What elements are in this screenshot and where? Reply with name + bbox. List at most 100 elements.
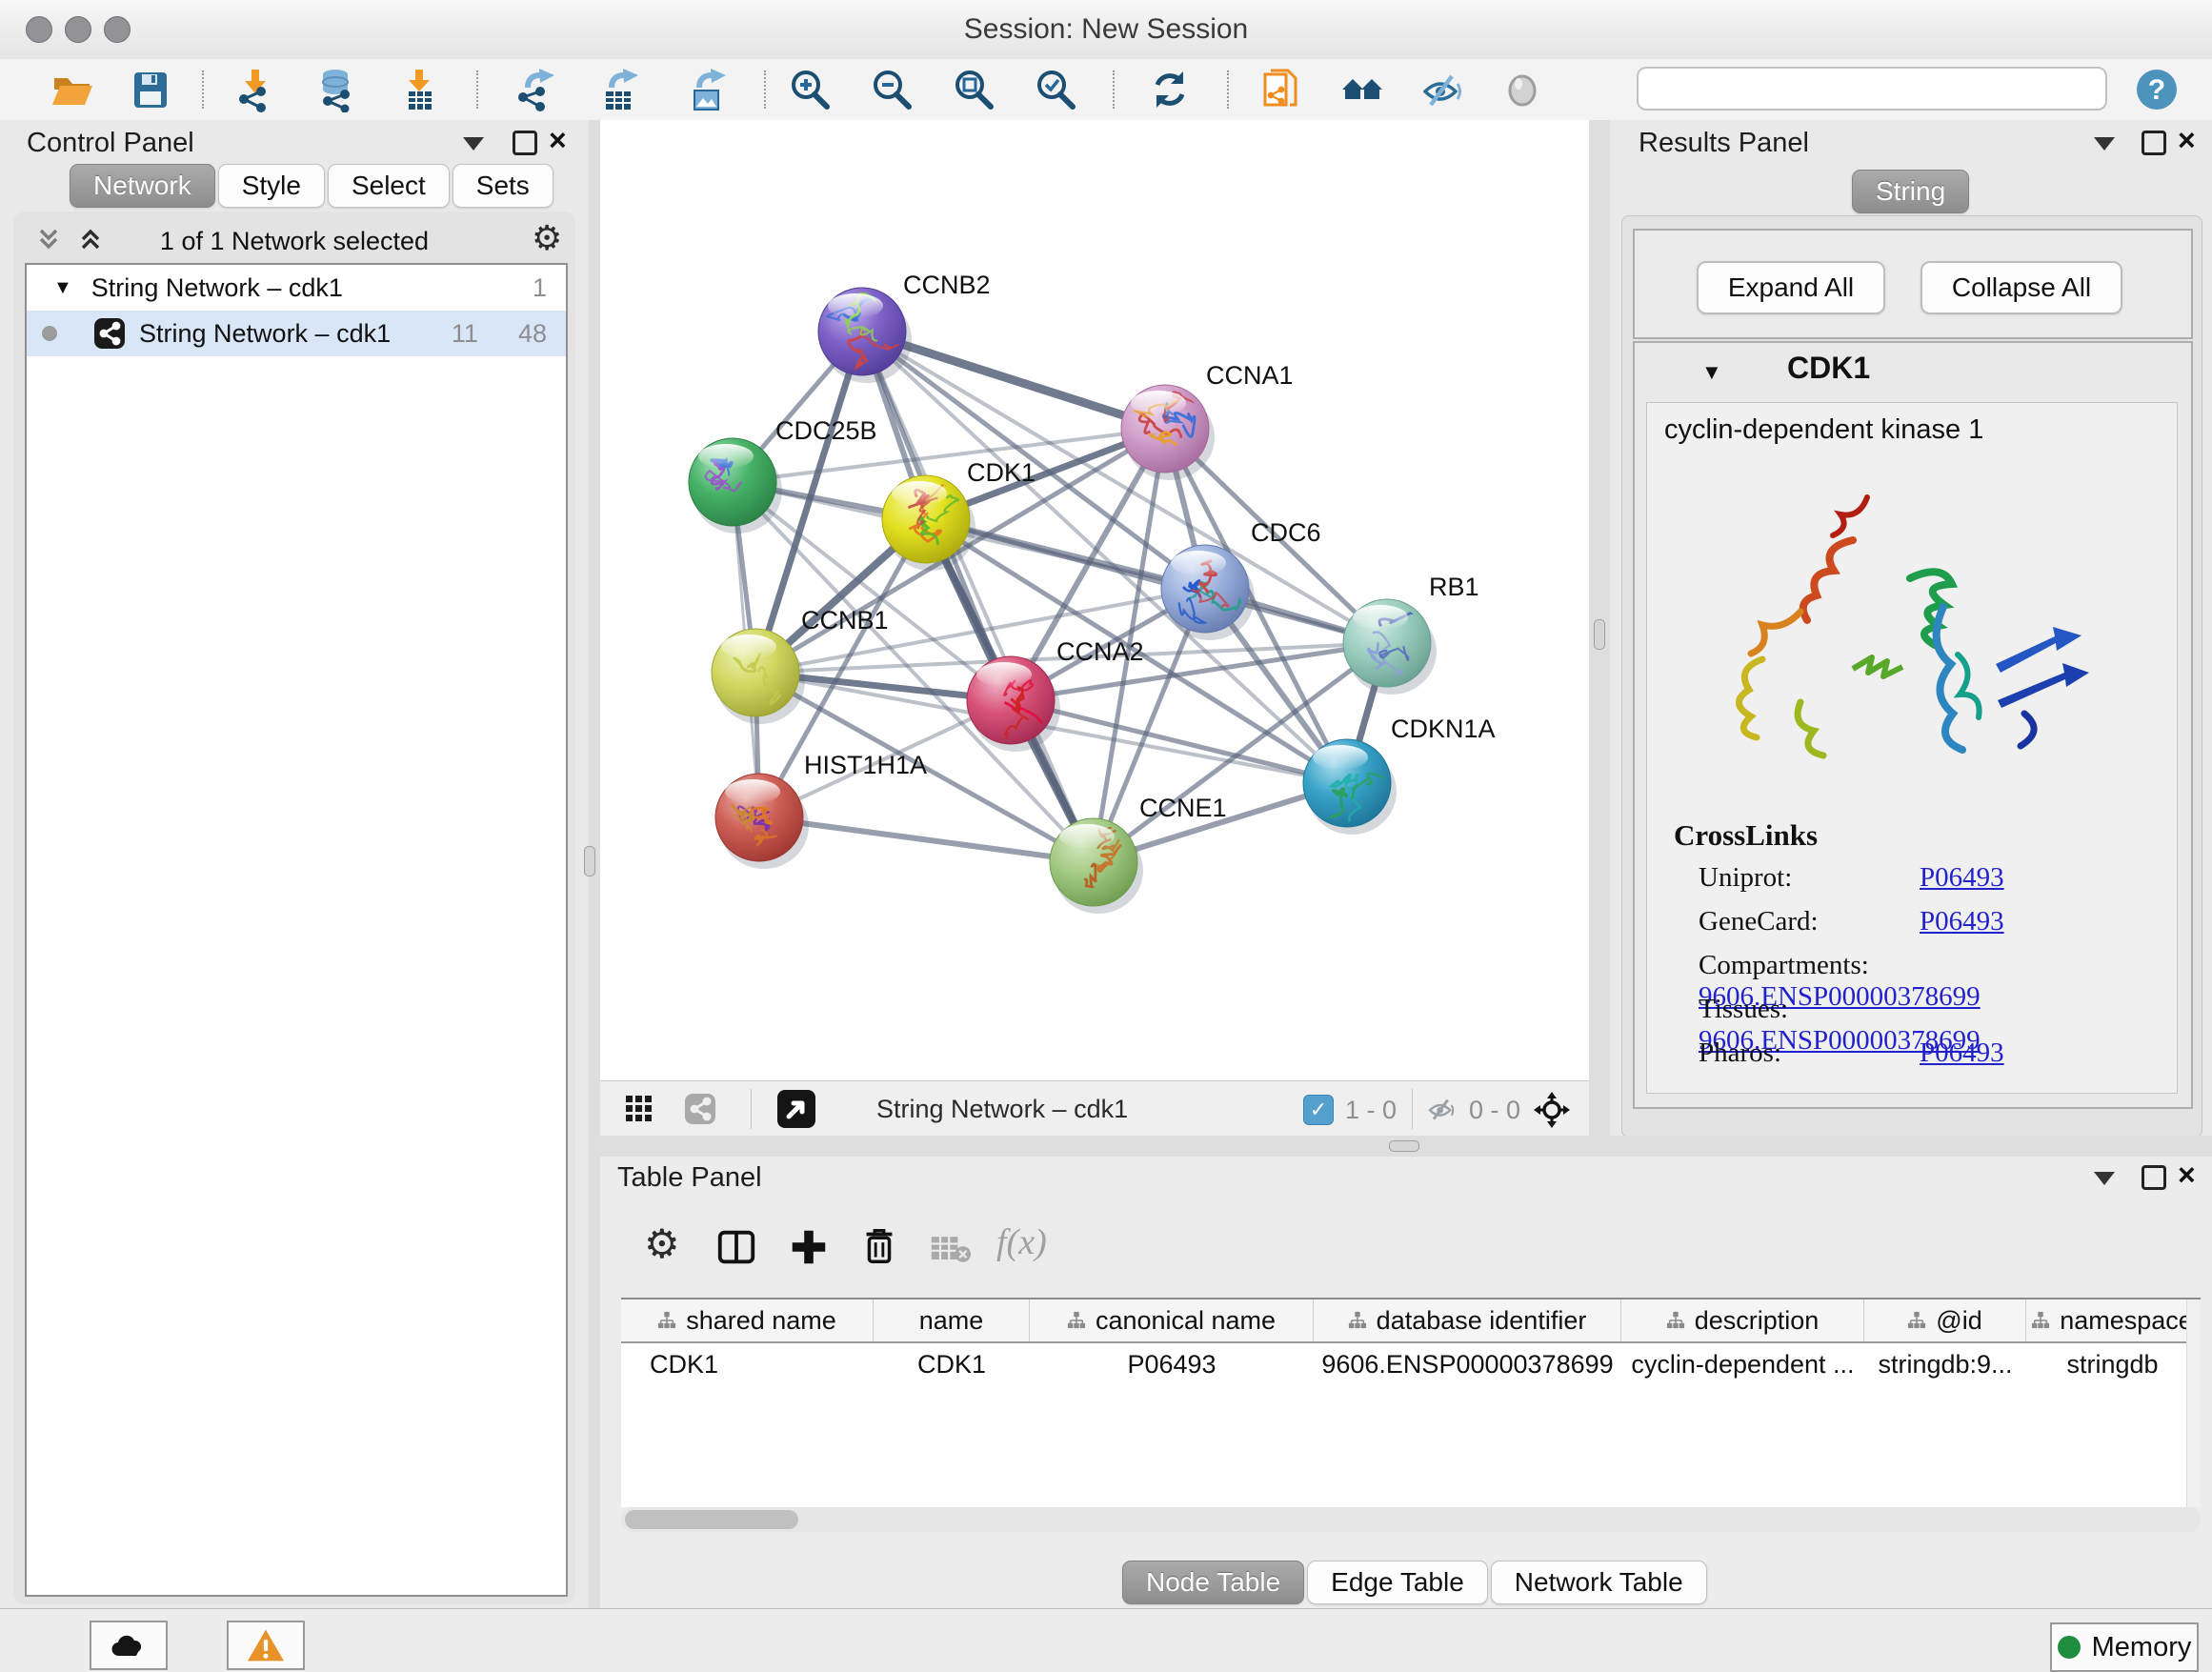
- scrollbar-thumb[interactable]: [625, 1510, 798, 1529]
- column-header-namespace[interactable]: namespace: [2026, 1299, 2199, 1341]
- right-splitter-handle[interactable]: [1594, 619, 1605, 650]
- grid-view-icon[interactable]: [625, 1095, 654, 1123]
- expand-all-button[interactable]: Expand All: [1697, 261, 1885, 314]
- network-node-HIST1H1A[interactable]: [715, 774, 809, 869]
- tab-network-table[interactable]: Network Table: [1491, 1561, 1707, 1604]
- network-node-CCNE1[interactable]: [1050, 818, 1143, 914]
- tab-sets[interactable]: Sets: [452, 164, 553, 208]
- open-session-icon[interactable]: [48, 67, 97, 112]
- column-header-database-identifier[interactable]: database identifier: [1314, 1299, 1621, 1341]
- fit-content-crosshair-icon[interactable]: [1532, 1090, 1572, 1130]
- hidden-eye-slash-icon[interactable]: [1425, 1094, 1458, 1124]
- tab-style[interactable]: Style: [218, 164, 325, 208]
- left-splitter-handle[interactable]: [584, 846, 595, 876]
- crosslink-row: Uniprot:P06493: [1699, 862, 2165, 906]
- open-stringapp-doc-icon[interactable]: [1256, 67, 1305, 112]
- horizontal-splitter-handle[interactable]: [1389, 1140, 1419, 1152]
- import-network-icon[interactable]: [231, 67, 280, 112]
- expander-icon[interactable]: ▼: [53, 277, 72, 299]
- network-node-CDK1[interactable]: [882, 475, 975, 571]
- save-session-icon[interactable]: [126, 67, 175, 112]
- network-node-CDC25B[interactable]: [689, 438, 782, 534]
- help-icon[interactable]: ?: [2132, 67, 2182, 112]
- collapse-all-button[interactable]: Collapse All: [1920, 261, 2122, 314]
- show-hide-eye-icon[interactable]: [1418, 67, 1467, 112]
- cloud-button[interactable]: [90, 1621, 168, 1670]
- network-canvas[interactable]: CCNB2CCNA1CDC25BCDK1CDC6RB1CCNB1CCNA2CDK…: [600, 120, 1589, 1080]
- table-cell[interactable]: cyclin-dependent ...: [1621, 1343, 1864, 1385]
- crosslink-value-link[interactable]: P06493: [1920, 1037, 2004, 1068]
- table-cell[interactable]: stringdb:9...: [1864, 1343, 2026, 1385]
- zoom-out-icon[interactable]: [867, 67, 916, 112]
- tab-select[interactable]: Select: [328, 164, 450, 208]
- add-column-icon[interactable]: [787, 1225, 831, 1269]
- import-network-from-database-icon[interactable]: [312, 67, 362, 112]
- network-edge-CCNB2-CCNE1[interactable]: [862, 332, 1094, 862]
- table-horizontal-scrollbar[interactable]: [621, 1507, 2201, 1532]
- export-image-icon[interactable]: [682, 67, 732, 112]
- export-network-icon[interactable]: [511, 67, 560, 112]
- crosslink-value-link[interactable]: P06493: [1920, 906, 2004, 937]
- panel-menu-icon[interactable]: [2094, 1172, 2115, 1185]
- column-header-name[interactable]: name: [874, 1299, 1030, 1341]
- panel-close-icon[interactable]: ×: [2178, 128, 2196, 152]
- panel-float-icon[interactable]: [513, 131, 537, 155]
- column-header--id[interactable]: @id: [1864, 1299, 2026, 1341]
- zoom-selected-icon[interactable]: [1031, 67, 1080, 112]
- panel-menu-icon[interactable]: [2094, 137, 2115, 151]
- column-header-shared-name[interactable]: shared name: [621, 1299, 874, 1341]
- search-input[interactable]: [1637, 67, 2107, 111]
- refresh-icon[interactable]: [1145, 67, 1195, 112]
- network-row-selected[interactable]: String Network – cdk1 11 48: [27, 311, 566, 356]
- panel-close-icon[interactable]: ×: [2178, 1162, 2196, 1187]
- panel-float-icon[interactable]: [2142, 1165, 2166, 1190]
- panel-menu-icon[interactable]: [463, 137, 484, 151]
- table-row[interactable]: CDK1CDK1P064939606.ENSP00000378699cyclin…: [621, 1343, 2201, 1385]
- network-graph[interactable]: CCNB2CCNA1CDC25BCDK1CDC6RB1CCNB1CCNA2CDK…: [600, 120, 1589, 1080]
- panel-close-icon[interactable]: ×: [549, 128, 567, 152]
- network-node-RB1[interactable]: [1343, 599, 1437, 695]
- section-expander-icon[interactable]: ▼: [1701, 360, 1722, 385]
- window-titlebar: Session: New Session: [0, 0, 2212, 60]
- network-edge-HIST1H1A-CCNE1[interactable]: [759, 817, 1094, 862]
- table-cell[interactable]: P06493: [1030, 1343, 1314, 1385]
- home-icon[interactable]: [1337, 67, 1387, 112]
- delete-column-trash-icon[interactable]: [857, 1223, 901, 1267]
- warnings-button[interactable]: [227, 1621, 305, 1670]
- zoom-fit-icon[interactable]: [949, 67, 998, 112]
- tab-node-table[interactable]: Node Table: [1122, 1561, 1304, 1604]
- show-columns-icon[interactable]: [714, 1225, 758, 1269]
- network-list: ▼ String Network – cdk1 1 String Network…: [25, 263, 568, 1597]
- network-node-CCNA1[interactable]: [1121, 385, 1215, 480]
- network-view-icon[interactable]: [684, 1093, 716, 1125]
- table-settings-gear-icon[interactable]: ⚙: [644, 1227, 680, 1261]
- birds-eye-view-icon[interactable]: [777, 1090, 815, 1128]
- tab-network[interactable]: Network: [70, 164, 215, 208]
- network-node-CCNA2[interactable]: [967, 656, 1068, 752]
- preview-eye-icon[interactable]: [1498, 67, 1547, 112]
- network-node-CDKN1A[interactable]: [1303, 739, 1397, 835]
- selected-checkbox-icon[interactable]: ✓: [1303, 1095, 1334, 1125]
- import-table-icon[interactable]: [394, 67, 444, 112]
- edge-count: 48: [518, 319, 547, 349]
- column-header-description[interactable]: description: [1621, 1299, 1864, 1341]
- table-cell[interactable]: CDK1: [874, 1343, 1030, 1385]
- memory-button[interactable]: Memory: [2050, 1622, 2199, 1672]
- zoom-in-icon[interactable]: [785, 67, 835, 112]
- table-cell[interactable]: 9606.ENSP00000378699: [1314, 1343, 1621, 1385]
- column-header-canonical-name[interactable]: canonical name: [1030, 1299, 1314, 1341]
- tab-edge-table[interactable]: Edge Table: [1307, 1561, 1488, 1604]
- table-cell[interactable]: CDK1: [621, 1343, 874, 1385]
- network-collection-label: String Network – cdk1: [91, 273, 343, 303]
- table-cell[interactable]: stringdb: [2026, 1343, 2199, 1385]
- main-toolbar: ?: [0, 59, 2212, 121]
- export-table-icon[interactable]: [594, 67, 644, 112]
- tab-string[interactable]: String: [1852, 170, 1969, 213]
- table-body: CDK1CDK1P064939606.ENSP00000378699cyclin…: [621, 1343, 2201, 1385]
- table-vertical-scrollbar[interactable]: [2186, 1299, 2201, 1507]
- panel-float-icon[interactable]: [2142, 131, 2166, 155]
- gear-icon[interactable]: ⚙: [532, 221, 562, 255]
- network-collection-row[interactable]: ▼ String Network – cdk1 1: [27, 265, 566, 311]
- crosslink-value-link[interactable]: P06493: [1920, 862, 2004, 893]
- network-node-CDC6[interactable]: [1161, 545, 1255, 640]
